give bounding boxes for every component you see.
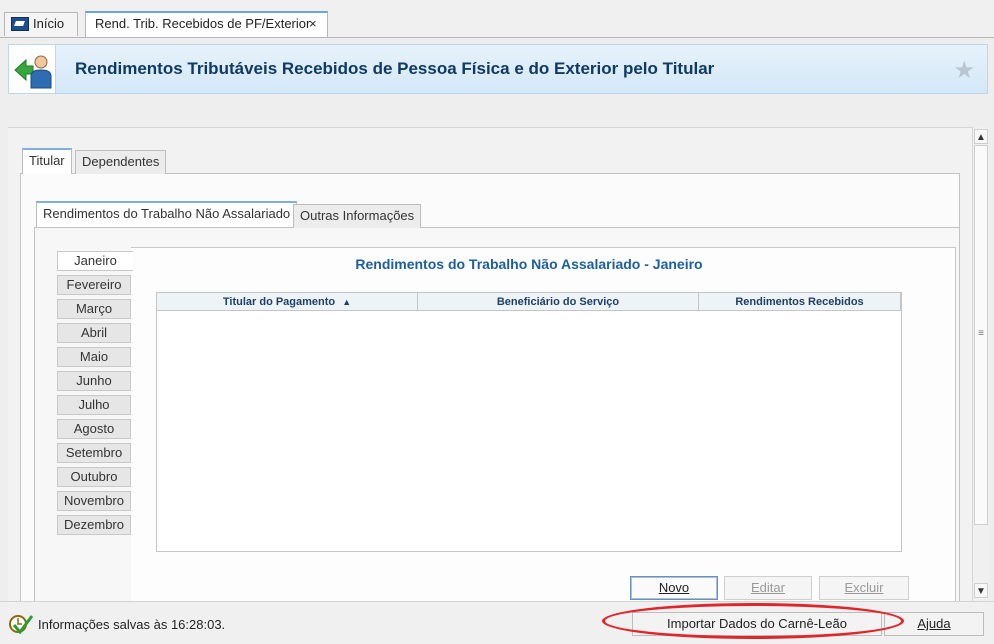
tab-inicio-label: Início bbox=[33, 16, 65, 31]
tab-titular[interactable]: Titular bbox=[22, 148, 72, 174]
status-bar: Informações salvas às 16:28:03. Importar… bbox=[0, 601, 994, 644]
favorite-star-icon[interactable]: ★ bbox=[953, 56, 975, 85]
tab-rend-trib-label: Rend. Trib. Recebidos de PF/Exterior bbox=[95, 16, 311, 31]
tab-rendimentos-trabalho-label: Rendimentos do Trabalho Não Assalariado bbox=[43, 206, 291, 221]
novo-button[interactable]: Novo bbox=[630, 576, 718, 600]
scroll-up-icon[interactable]: ▲ bbox=[974, 129, 988, 144]
ajuda-button[interactable]: Ajuda bbox=[884, 612, 984, 636]
scroll-thumb[interactable]: ≡ bbox=[974, 145, 988, 525]
column-header-titular[interactable]: Titular do Pagamento ▲ bbox=[156, 292, 418, 311]
importar-carne-leao-label: Importar Dados do Carnê-Leão bbox=[667, 616, 847, 631]
novo-button-label: Novo bbox=[658, 580, 690, 595]
column-header-titular-label: Titular do Pagamento bbox=[222, 296, 336, 308]
tab-dependentes[interactable]: Dependentes bbox=[75, 150, 167, 174]
status-text: Informações salvas às 16:28:03. bbox=[38, 617, 226, 632]
excluir-button[interactable]: Excluir bbox=[819, 576, 909, 600]
close-icon[interactable]: × bbox=[309, 13, 317, 35]
tab-outras-informacoes-label: Outras Informações bbox=[300, 208, 415, 223]
importar-carne-leao-button[interactable]: Importar Dados do Carnê-Leão bbox=[632, 612, 882, 636]
month-tab-dezembro[interactable]: Dezembro bbox=[57, 515, 131, 535]
rendimentos-table[interactable] bbox=[156, 292, 902, 552]
month-tab-setembro[interactable]: Setembro bbox=[57, 443, 131, 463]
vertical-scrollbar[interactable]: ▲ ≡ ▼ bbox=[972, 127, 989, 601]
month-tab-junho[interactable]: Junho bbox=[57, 371, 131, 391]
tab-rendimentos-trabalho[interactable]: Rendimentos do Trabalho Não Assalariado bbox=[36, 201, 298, 227]
tab-dependentes-label: Dependentes bbox=[82, 154, 160, 169]
tab-rend-trib[interactable]: Rend. Trib. Recebidos de PF/Exterior × bbox=[85, 11, 328, 37]
user-back-arrow-icon bbox=[14, 55, 52, 89]
tab-outras-informacoes[interactable]: Outras Informações bbox=[293, 204, 422, 228]
month-tab-julho[interactable]: Julho bbox=[57, 395, 131, 415]
ajuda-label: Ajuda bbox=[917, 616, 951, 631]
month-tab-marco[interactable]: Março bbox=[57, 299, 131, 319]
column-header-beneficiario[interactable]: Beneficiário do Serviço bbox=[417, 292, 699, 311]
scroll-down-icon[interactable]: ▼ bbox=[974, 583, 988, 598]
sort-ascending-icon: ▲ bbox=[342, 297, 352, 307]
tab-bar-divider bbox=[0, 37, 994, 38]
month-tab-janeiro[interactable]: Janeiro bbox=[57, 251, 133, 271]
column-header-rendimentos[interactable]: Rendimentos Recebidos bbox=[698, 292, 901, 311]
month-tab-novembro[interactable]: Novembro bbox=[57, 491, 131, 511]
tab-titular-label: Titular bbox=[29, 153, 65, 168]
editar-button[interactable]: Editar bbox=[724, 576, 812, 600]
page-header: Rendimentos Tributáveis Recebidos de Pes… bbox=[8, 44, 988, 94]
month-tab-maio[interactable]: Maio bbox=[57, 347, 131, 367]
month-tab-outubro[interactable]: Outubro bbox=[57, 467, 131, 487]
month-tab-abril[interactable]: Abril bbox=[57, 323, 131, 343]
panel-title: Rendimentos do Trabalho Não Assalariado … bbox=[355, 256, 703, 272]
home-flag-icon bbox=[11, 17, 29, 31]
saved-check-icon bbox=[9, 615, 34, 635]
month-tab-agosto[interactable]: Agosto bbox=[57, 419, 131, 439]
tab-inicio[interactable]: Início bbox=[4, 12, 78, 36]
page-title: Rendimentos Tributáveis Recebidos de Pes… bbox=[75, 59, 715, 78]
month-tab-fevereiro[interactable]: Fevereiro bbox=[57, 275, 131, 295]
scroll-grip-icon: ≡ bbox=[978, 328, 984, 339]
header-icon-box bbox=[9, 45, 56, 93]
excluir-button-label: Excluir bbox=[844, 580, 884, 595]
editar-button-label: Editar bbox=[751, 580, 785, 595]
